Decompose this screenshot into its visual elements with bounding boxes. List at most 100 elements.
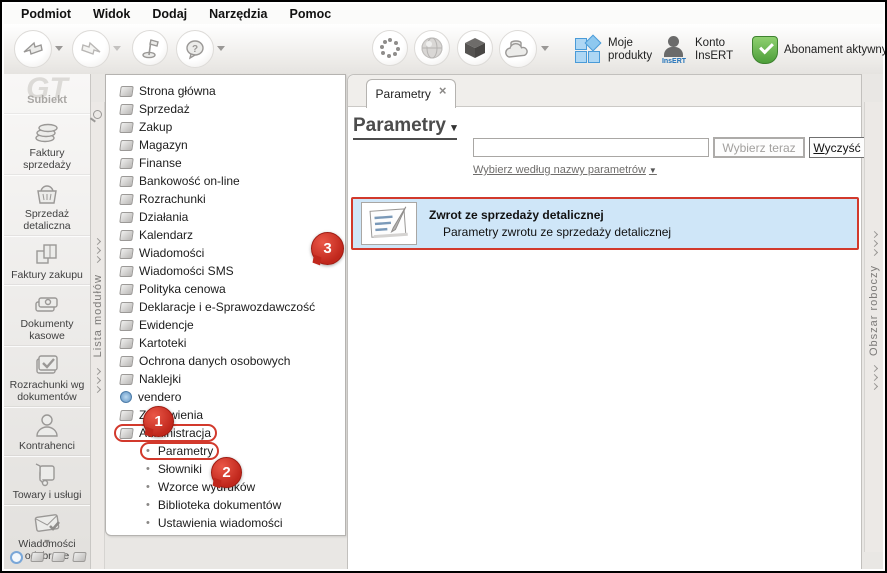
- filter-dropdown-icon: ▼: [648, 166, 657, 175]
- wyczysc-button[interactable]: Wyczyść: [809, 137, 865, 158]
- back-dropdown-icon[interactable]: [55, 46, 63, 51]
- module-shortcut[interactable]: Towary i usługi: [4, 456, 90, 505]
- obszar-roboczy-strip[interactable]: Obszar roboczy: [864, 102, 883, 552]
- lista-modulow-strip[interactable]: Lista modułów: [91, 102, 105, 569]
- chevron-right-icon: [870, 364, 878, 373]
- annotation-step-3: 3: [311, 232, 344, 265]
- tree-item-icon: [120, 391, 132, 403]
- help-dropdown-icon[interactable]: [217, 46, 225, 51]
- menu-item[interactable]: Widok: [82, 7, 141, 21]
- moje-produkty-icon: [574, 34, 602, 64]
- module-shortcut[interactable]: Faktury zakupu: [4, 236, 90, 285]
- tree-item[interactable]: Działania: [114, 208, 341, 226]
- menu-item[interactable]: Dodaj: [141, 7, 198, 21]
- svg-text:?: ?: [192, 44, 198, 55]
- mini-module-icon-2[interactable]: [51, 552, 66, 562]
- tree-item[interactable]: Kartoteki: [114, 334, 341, 352]
- tree-item-icon: [119, 319, 134, 331]
- cloud-dropdown-icon[interactable]: [541, 46, 549, 51]
- help-icon: ?: [186, 40, 204, 60]
- tree-item[interactable]: Deklaracje i e-Sprawozdawczość: [114, 298, 341, 316]
- forward-button[interactable]: [72, 30, 110, 68]
- module-icon: [30, 289, 64, 317]
- result-title: Zwrot ze sprzedaży detalicznej: [429, 208, 604, 222]
- tree-item-icon: [119, 301, 134, 313]
- module-shortcut[interactable]: Faktury sprzedaży: [4, 114, 90, 175]
- tree-item[interactable]: vendero: [114, 388, 341, 406]
- tree-item[interactable]: Ochrona danych osobowych: [114, 352, 341, 370]
- menu-item[interactable]: Podmiot: [10, 7, 82, 21]
- chevron-right-icon: [93, 377, 102, 385]
- tab-strip: Parametry ×: [348, 75, 861, 108]
- module-shortcut[interactable]: Rozrachunki wg dokumentów: [4, 346, 90, 407]
- mini-module-icon-1[interactable]: [30, 552, 45, 562]
- cube-button[interactable]: [457, 30, 493, 66]
- menu-item[interactable]: Pomoc: [278, 7, 342, 21]
- cloud-database-icon: [505, 40, 528, 58]
- module-shortcut[interactable]: Dokumenty kasowe: [4, 285, 90, 346]
- tree-item-icon: [119, 337, 134, 349]
- tree-item-icon: [119, 283, 134, 295]
- tree-item[interactable]: Magazyn: [114, 136, 341, 154]
- tree-item-icon: [119, 409, 134, 421]
- view-toggle-icon[interactable]: [10, 550, 23, 564]
- filter-by-name-link[interactable]: Wybierz według nazwy parametrów ▼: [473, 164, 657, 176]
- tab-parametry[interactable]: Parametry ×: [366, 79, 456, 108]
- tree-item[interactable]: Wiadomości SMS: [114, 262, 341, 280]
- module-shortcut[interactable]: Sprzedaż detaliczna: [4, 175, 90, 236]
- tree-item-icon: [119, 193, 134, 205]
- chevron-right-icon: [93, 368, 102, 376]
- chevron-right-icon: [93, 237, 102, 246]
- wybierz-teraz-button[interactable]: Wybierz teraz: [713, 137, 805, 158]
- tree-item[interactable]: Bankowość on-line: [114, 172, 341, 190]
- parameter-search-input[interactable]: [473, 138, 709, 157]
- tree-item[interactable]: Naklejki: [114, 370, 341, 388]
- tree-item[interactable]: Ustawienia wiadomości: [114, 514, 341, 532]
- module-icon: [30, 460, 64, 488]
- parameter-document-icon: [361, 202, 417, 245]
- module-shortcut[interactable]: Kontrahenci: [4, 407, 90, 456]
- tree-item[interactable]: Strona główna: [114, 82, 341, 100]
- menu-item[interactable]: Narzędzia: [198, 7, 278, 21]
- module-icon: [30, 240, 64, 268]
- tree-item[interactable]: Rozrachunki: [114, 190, 341, 208]
- services-button[interactable]: [372, 30, 408, 66]
- globe-icon: [421, 37, 443, 59]
- forward-dropdown-icon[interactable]: [113, 46, 121, 51]
- app-window: Podmiot Widok Dodaj Narzędzia Pomoc ? Mo…: [0, 0, 887, 573]
- abonament-button[interactable]: Abonament aktywny: [752, 30, 885, 70]
- app-name: Subiekt: [27, 94, 67, 106]
- konto-insert-button[interactable]: InsERT Konto InsERT: [659, 30, 741, 70]
- tree-item-icon: [119, 211, 134, 223]
- tree-item-icon: [119, 139, 134, 151]
- tree-item-icon: [119, 265, 134, 277]
- tree-item-icon: [119, 157, 134, 169]
- mini-module-icon-3[interactable]: [72, 552, 87, 562]
- back-button[interactable]: [14, 30, 52, 68]
- tree-item[interactable]: Kalendarz: [114, 226, 341, 244]
- online-sphere-button[interactable]: [414, 30, 450, 66]
- tree-item[interactable]: Zakup: [114, 118, 341, 136]
- chevron-right-icon: [870, 248, 878, 257]
- tree-item[interactable]: Polityka cenowa: [114, 280, 341, 298]
- page-title[interactable]: Parametry ▾: [353, 115, 457, 140]
- tree-item[interactable]: Ewidencje: [114, 316, 341, 334]
- help-button[interactable]: ?: [176, 30, 214, 68]
- chevron-right-icon: [870, 239, 878, 248]
- chevron-right-icon: [870, 382, 878, 391]
- tree-item[interactable]: Sprzedaż: [114, 100, 341, 118]
- flag-button[interactable]: [132, 30, 168, 66]
- tree-item-icon: [119, 427, 134, 439]
- tree-item[interactable]: Biblioteka dokumentów: [114, 496, 341, 514]
- app-logo: GT Subiekt: [4, 74, 90, 112]
- more-modules-icon[interactable]: ▼: [4, 537, 90, 547]
- module-shortcut-list: Faktury sprzedaży Sprzedaż detaliczna Fa…: [4, 114, 90, 562]
- tree-item-icon: [119, 373, 134, 385]
- pin-icon[interactable]: [93, 110, 102, 119]
- tree-item[interactable]: Wiadomości: [114, 244, 341, 262]
- tab-close-icon[interactable]: ×: [439, 84, 447, 97]
- tree-item-icon: [119, 85, 134, 97]
- result-item-zwrot[interactable]: Zwrot ze sprzedaży detalicznej Parametry…: [351, 197, 859, 250]
- tree-item[interactable]: Finanse: [114, 154, 341, 172]
- cloud-button[interactable]: [499, 30, 537, 68]
